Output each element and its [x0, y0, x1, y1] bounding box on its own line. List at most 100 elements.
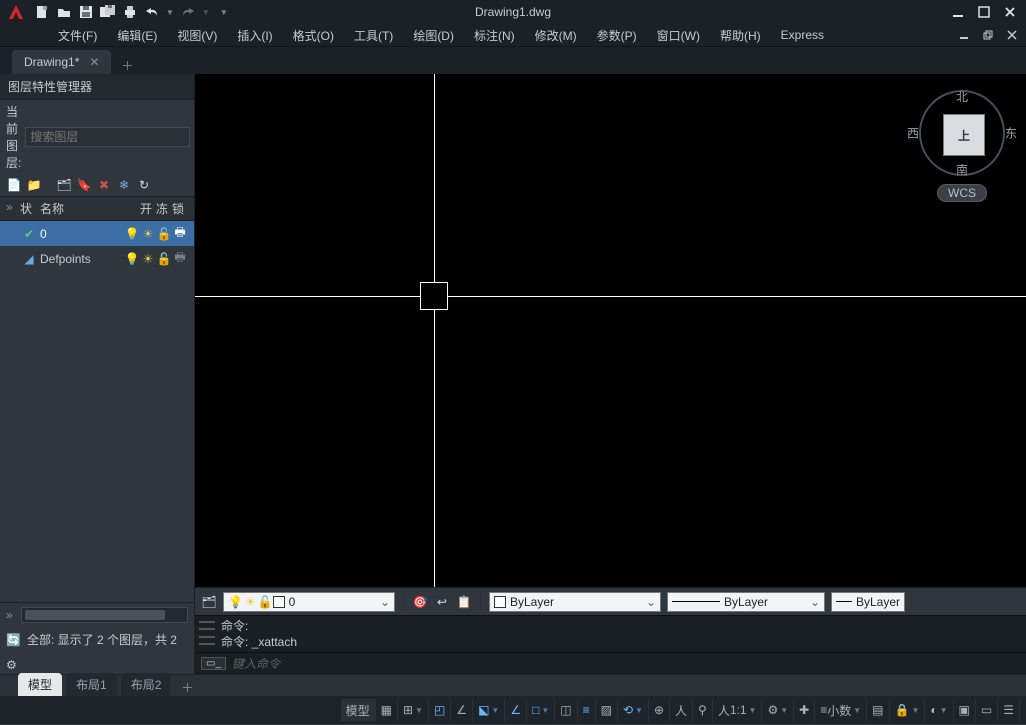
- tab-layout2[interactable]: 布局2: [121, 673, 172, 696]
- color-dropdown[interactable]: ByLayer ⌄: [489, 592, 661, 612]
- doc-close-icon[interactable]: [1004, 27, 1020, 43]
- lock-icon[interactable]: 🔓: [156, 227, 172, 241]
- command-input-row[interactable]: ▭_ 键入命令: [195, 652, 1026, 674]
- menu-modify[interactable]: 修改(M): [525, 27, 587, 44]
- viewcube-north[interactable]: 北: [956, 88, 968, 105]
- cycling-icon[interactable]: ⟲ ▼: [618, 699, 649, 721]
- qat-customize-icon[interactable]: ▼: [220, 8, 228, 17]
- collapse-panel-icon[interactable]: »: [6, 608, 13, 622]
- print-icon[interactable]: [122, 4, 138, 20]
- tab-layout1[interactable]: 布局1: [66, 673, 117, 696]
- new-doc-tab-button[interactable]: ＋: [121, 57, 133, 74]
- undo-dropdown-icon[interactable]: ▼: [166, 8, 174, 17]
- col-freeze[interactable]: 冻: [156, 200, 172, 217]
- annotation-icon[interactable]: 人: [670, 699, 693, 721]
- menu-tools[interactable]: 工具(T): [344, 27, 403, 44]
- delete-layer-icon[interactable]: ✖: [96, 177, 112, 193]
- linetype-dropdown[interactable]: ByLayer ⌄: [667, 592, 825, 612]
- 3dosnap-icon[interactable]: ◫: [555, 699, 577, 721]
- maximize-icon[interactable]: [976, 4, 992, 20]
- layer-previous-icon[interactable]: ↩: [434, 594, 450, 610]
- menu-edit[interactable]: 编辑(E): [107, 27, 167, 44]
- invert-filter-icon[interactable]: 🔄: [6, 633, 21, 647]
- lock-icon[interactable]: 🔓: [156, 252, 172, 266]
- sun-icon[interactable]: ☀: [140, 252, 156, 266]
- layer-match-icon[interactable]: 🎯: [412, 594, 428, 610]
- freeze-layer-icon[interactable]: ❄: [116, 177, 132, 193]
- col-state[interactable]: 状: [20, 200, 38, 217]
- col-lock[interactable]: 锁: [172, 200, 188, 217]
- undo-icon[interactable]: [144, 4, 160, 20]
- redo-icon[interactable]: [180, 4, 196, 20]
- lineweight-dropdown[interactable]: ByLayer: [831, 592, 905, 612]
- menu-view[interactable]: 视图(V): [167, 27, 227, 44]
- doc-tab-close-icon[interactable]: ✕: [89, 55, 99, 69]
- menu-dimension[interactable]: 标注(N): [464, 27, 525, 44]
- doc-restore-icon[interactable]: [980, 27, 996, 43]
- drawing-canvas[interactable]: 北 南 西 东 上 WCS: [195, 74, 1026, 587]
- otrack-icon[interactable]: ∠: [505, 699, 527, 721]
- viewcube-west[interactable]: 西: [907, 125, 919, 142]
- menu-help[interactable]: 帮助(H): [710, 27, 771, 44]
- transparency-icon[interactable]: ▨: [596, 699, 618, 721]
- lineweight-icon[interactable]: ≡: [578, 699, 596, 721]
- menu-parametric[interactable]: 参数(P): [587, 27, 647, 44]
- col-on[interactable]: 开: [140, 200, 156, 217]
- app-logo[interactable]: [4, 0, 28, 24]
- bulb-icon[interactable]: 💡: [124, 227, 140, 241]
- menu-draw[interactable]: 绘图(D): [403, 27, 464, 44]
- menu-express[interactable]: Express: [771, 28, 834, 42]
- isodraft-icon[interactable]: ⬕ ▼: [473, 699, 505, 721]
- scale-button[interactable]: 人 1:1 ▼: [713, 699, 763, 721]
- close-icon[interactable]: [1002, 4, 1018, 20]
- minimize-icon[interactable]: [950, 4, 966, 20]
- layer-manager-icon[interactable]: 🗂: [201, 594, 217, 610]
- noplot-icon[interactable]: 🖶: [172, 248, 188, 269]
- menu-window[interactable]: 窗口(W): [647, 27, 710, 44]
- quick-properties-icon[interactable]: ▤: [867, 699, 889, 721]
- viewcube-south[interactable]: 南: [956, 161, 968, 178]
- grid-icon[interactable]: ▦: [376, 699, 398, 721]
- new-icon[interactable]: [34, 4, 50, 20]
- bulb-icon[interactable]: 💡: [124, 252, 140, 266]
- workspace-icon[interactable]: ⚙ ▼: [762, 699, 794, 721]
- add-layout-button[interactable]: ＋: [181, 679, 193, 696]
- plot-icon[interactable]: 🖶: [172, 223, 188, 244]
- save-icon[interactable]: [78, 4, 94, 20]
- menu-format[interactable]: 格式(O): [283, 27, 344, 44]
- status-model-button[interactable]: 模型: [341, 699, 376, 721]
- clean-screen-icon[interactable]: ▭: [976, 699, 998, 721]
- units-button[interactable]: ≡ 小数 ▼: [815, 699, 867, 721]
- hardware-icon[interactable]: ▣: [954, 699, 976, 721]
- customize-status-icon[interactable]: ☰: [998, 699, 1020, 721]
- auto-scale-icon[interactable]: ⚲: [693, 699, 713, 721]
- annotation-monitor-icon[interactable]: ✚: [794, 699, 815, 721]
- osnap-icon[interactable]: □ ▼: [527, 699, 555, 721]
- dynamic-input-icon[interactable]: ⊕: [649, 699, 670, 721]
- settings-icon[interactable]: ⚙: [6, 658, 17, 672]
- polar-icon[interactable]: ∠: [451, 699, 473, 721]
- layer-states-icon[interactable]: 🗂: [56, 177, 72, 193]
- snap-icon[interactable]: ⊞ ▼: [398, 699, 429, 721]
- search-layer-input[interactable]: [25, 127, 190, 147]
- isolate-icon[interactable]: ◐ ▼: [925, 699, 953, 721]
- viewcube-east[interactable]: 东: [1005, 125, 1017, 142]
- saveas-icon[interactable]: [100, 4, 116, 20]
- expand-toggle-icon[interactable]: »: [6, 200, 20, 217]
- viewcube-top-face[interactable]: 上: [943, 114, 985, 156]
- new-layer-icon[interactable]: 📄: [6, 177, 22, 193]
- doc-minimize-icon[interactable]: [956, 27, 972, 43]
- viewcube[interactable]: 北 南 西 东 上 WCS: [914, 80, 1010, 210]
- menu-insert[interactable]: 插入(I): [227, 27, 282, 44]
- layer-row[interactable]: ✔ 0 💡 ☀ 🔓 🖶: [0, 221, 194, 246]
- ortho-icon[interactable]: ◰: [429, 699, 451, 721]
- redo-dropdown-icon[interactable]: ▼: [202, 8, 210, 17]
- layer-row[interactable]: ◢ Defpoints 💡 ☀ 🔓 🖶: [0, 246, 194, 271]
- doc-tab-drawing1[interactable]: Drawing1* ✕: [12, 50, 111, 74]
- new-group-icon[interactable]: 📁: [26, 177, 42, 193]
- layer-dropdown[interactable]: 💡☀ 🔓 0 ⌄: [223, 592, 395, 612]
- tab-model[interactable]: 模型: [18, 673, 62, 696]
- sun-icon[interactable]: ☀: [140, 227, 156, 241]
- wcs-badge[interactable]: WCS: [937, 184, 987, 202]
- layer-filter-icon[interactable]: 🔖: [76, 177, 92, 193]
